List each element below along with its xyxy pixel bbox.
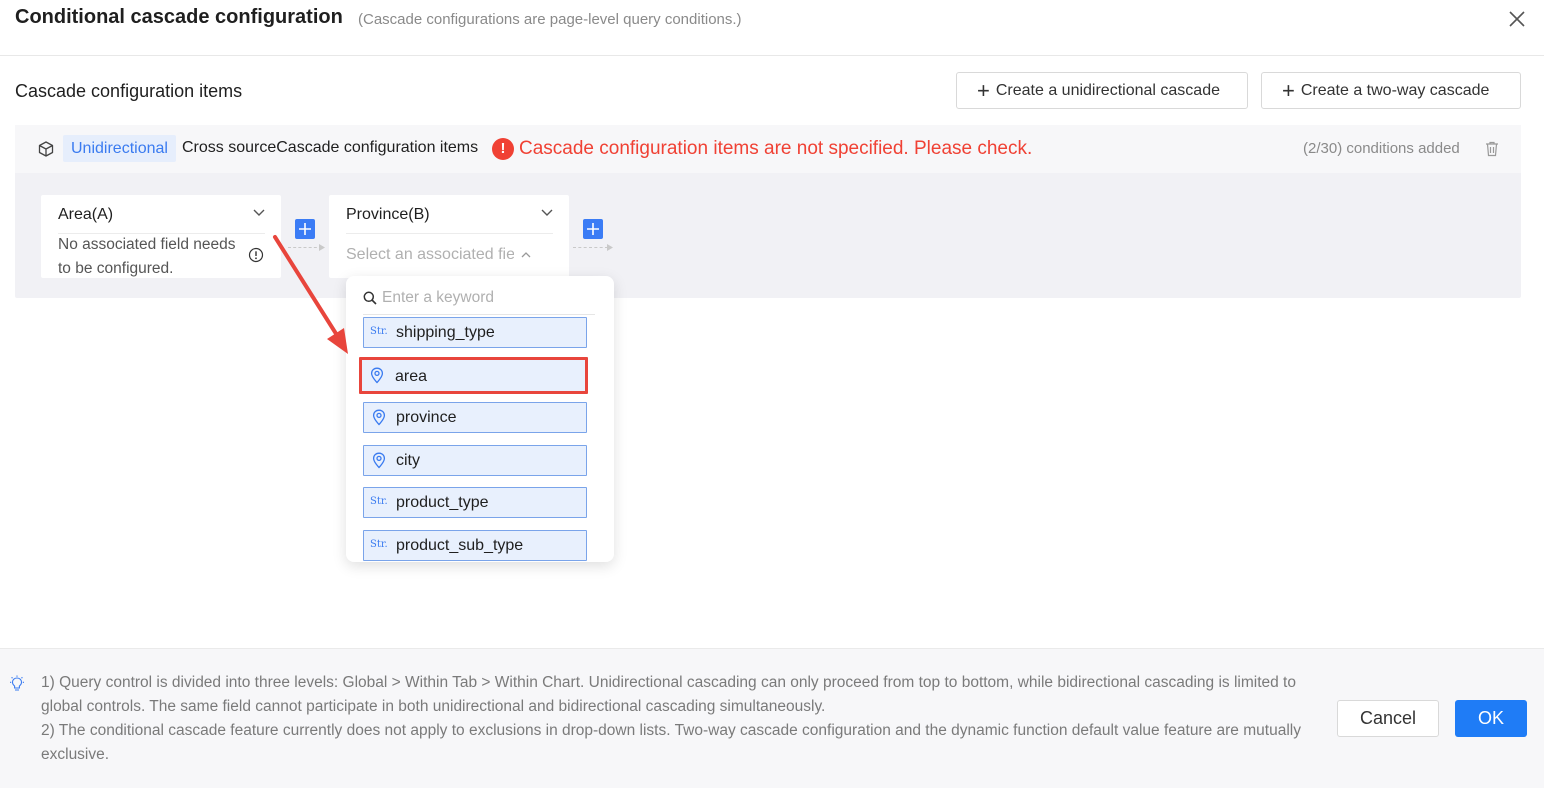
error-message: Cascade configuration items are not spec… xyxy=(519,138,1033,159)
location-pin-icon xyxy=(370,367,384,384)
connector-arrow-icon xyxy=(607,244,613,251)
footer-note: 1) Query control is divided into three l… xyxy=(41,674,1296,715)
card-field-label: Area(A) xyxy=(58,206,114,223)
close-icon[interactable] xyxy=(1506,8,1528,30)
lightbulb-icon xyxy=(10,675,24,691)
connector-line xyxy=(573,247,608,248)
string-icon: Str. xyxy=(370,496,388,507)
cascade-item-header: Unidirectional Cross sourceCascade confi… xyxy=(15,125,1521,173)
field-dropdown: Str. shipping_type area province city St… xyxy=(346,276,614,562)
associated-field-select[interactable]: Select an associated fie xyxy=(346,246,514,264)
plus-icon xyxy=(299,223,311,235)
create-unidirectional-cascade-button[interactable]: + Create a unidirectional cascade xyxy=(956,72,1248,109)
field-name: product_sub_type xyxy=(396,537,524,554)
location-pin-icon xyxy=(372,452,386,469)
footer-note: 2) The conditional cascade feature curre… xyxy=(41,722,1301,763)
cube-icon xyxy=(38,141,54,157)
string-icon: Str. xyxy=(370,326,388,337)
section-title: Cascade configuration items xyxy=(15,81,243,101)
footer-notes: 1) Query control is divided into three l… xyxy=(41,671,1341,767)
dialog-footer: 1) Query control is divided into three l… xyxy=(0,648,1544,788)
chevron-down-icon[interactable] xyxy=(541,209,553,217)
create-two-way-cascade-button[interactable]: + Create a two-way cascade xyxy=(1261,72,1521,109)
connector-line xyxy=(288,247,322,248)
plus-icon: + xyxy=(1282,77,1295,103)
divider xyxy=(346,233,553,234)
field-name: product_type xyxy=(396,494,489,511)
divider xyxy=(363,314,595,315)
cascade-card-area[interactable]: Area(A) No associated field needs to be … xyxy=(41,195,281,278)
search-icon xyxy=(363,291,377,305)
info-icon[interactable] xyxy=(248,247,264,263)
field-name: area xyxy=(395,368,428,385)
field-option-product-type[interactable]: Str. product_type xyxy=(363,487,587,518)
add-condition-button[interactable] xyxy=(583,219,603,239)
plus-icon xyxy=(587,223,599,235)
field-option-area[interactable]: area xyxy=(359,357,588,394)
field-name: province xyxy=(396,409,457,426)
cancel-button[interactable]: Cancel xyxy=(1337,700,1439,737)
chevron-down-icon[interactable] xyxy=(253,209,265,217)
cascade-type-tag: Unidirectional xyxy=(63,135,176,162)
field-name: city xyxy=(396,452,420,469)
create-unidirectional-cascade-label: Create a unidirectional cascade xyxy=(995,81,1220,99)
field-option-province[interactable]: province xyxy=(363,402,587,433)
cascade-card-province[interactable]: Province(B) Select an associated fie xyxy=(329,195,569,278)
connector-arrow-icon xyxy=(319,244,325,251)
location-pin-icon xyxy=(372,409,386,426)
field-option-city[interactable]: city xyxy=(363,445,587,476)
dialog-subtitle: (Cascade configurations are page-level q… xyxy=(358,11,742,28)
card-note: No associated field needs to be configur… xyxy=(58,236,236,277)
dialog-title: Conditional cascade configuration xyxy=(15,6,343,28)
field-option-shipping-type[interactable]: Str. shipping_type xyxy=(363,317,587,348)
create-two-way-cascade-label: Create a two-way cascade xyxy=(1300,81,1490,99)
keyword-search-input[interactable] xyxy=(382,286,592,310)
ok-button[interactable]: OK xyxy=(1455,700,1527,737)
add-condition-button[interactable] xyxy=(295,219,315,239)
card-field-label: Province(B) xyxy=(346,206,430,223)
trash-icon[interactable] xyxy=(1484,140,1500,157)
plus-icon: + xyxy=(977,77,990,103)
cascade-item-label: Cross sourceCascade configuration items xyxy=(182,139,479,156)
conditions-count: (2/30) conditions added xyxy=(1303,140,1460,157)
string-icon: Str. xyxy=(370,539,388,550)
dialog-header: Conditional cascade configuration (Casca… xyxy=(0,0,1544,56)
field-name: shipping_type xyxy=(396,324,495,341)
field-option-product-sub-type[interactable]: Str. product_sub_type xyxy=(363,530,587,561)
chevron-up-icon[interactable] xyxy=(521,251,531,258)
error-icon: ! xyxy=(492,138,514,160)
